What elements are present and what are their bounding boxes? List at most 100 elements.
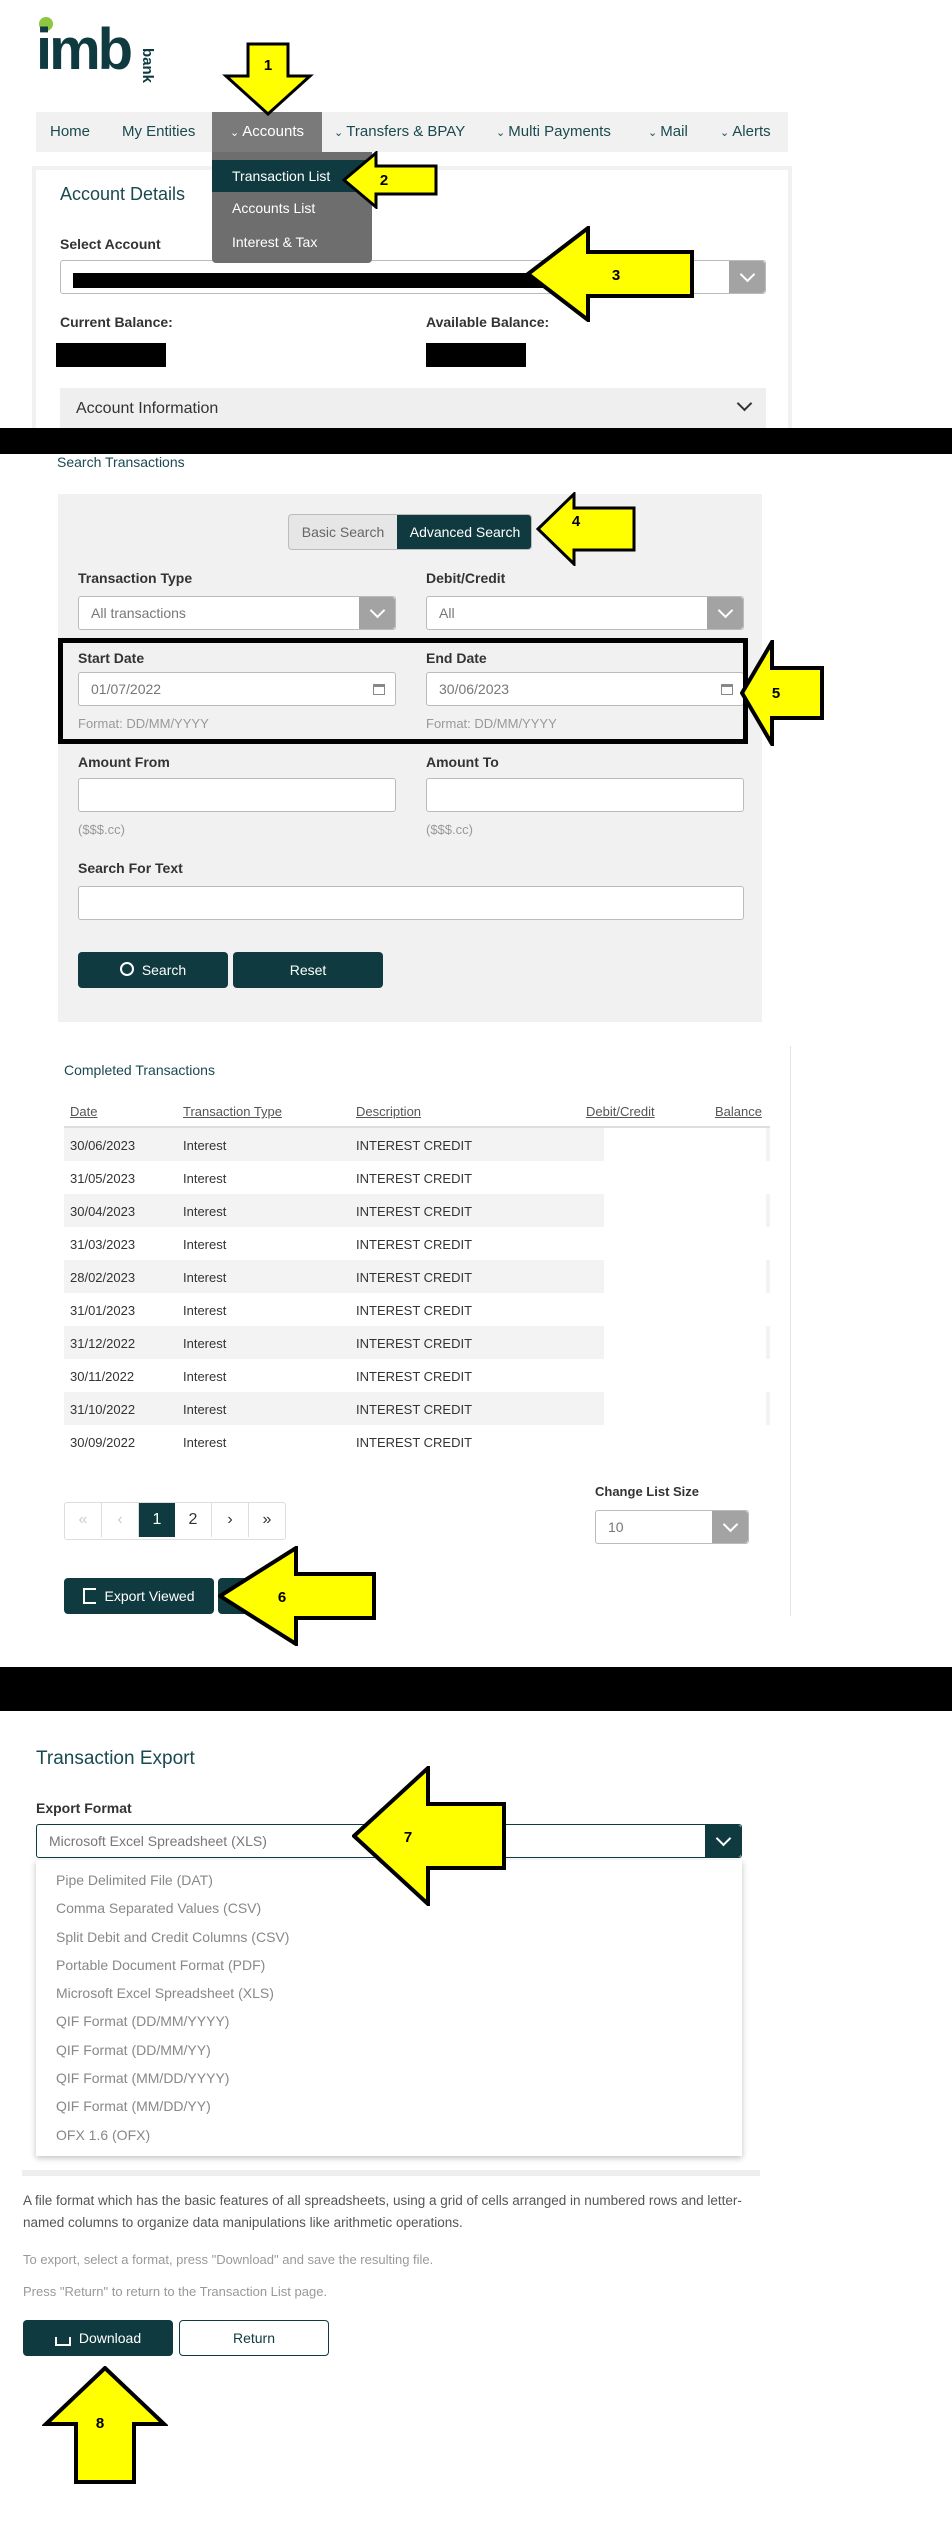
annotation-arrow-4: 4 xyxy=(536,492,636,566)
col-date[interactable]: Date xyxy=(70,1104,97,1119)
completed-transactions-title: Completed Transactions xyxy=(64,1062,215,1078)
divider xyxy=(0,428,952,454)
row-transaction-type: Interest xyxy=(183,1171,227,1186)
pagination-last[interactable]: » xyxy=(249,1503,285,1537)
pagination-page-1[interactable]: 1 xyxy=(139,1503,175,1537)
option-split-csv[interactable]: Split Debit and Credit Columns (CSV) xyxy=(36,1923,742,1951)
option-ofx[interactable]: OFX 1.6 (OFX) xyxy=(36,2121,742,2149)
transaction-type-chevron[interactable] xyxy=(359,597,395,629)
row-transaction-type: Interest xyxy=(183,1270,227,1285)
row-date: 28/02/2023 xyxy=(70,1270,136,1285)
nav-transfers[interactable]: ⌄ Transfers & BPAY xyxy=(334,112,465,152)
row-transaction-type: Interest xyxy=(183,1336,227,1351)
divider xyxy=(22,2170,760,2176)
nav-accounts[interactable]: ⌄ Accounts xyxy=(212,112,322,152)
col-balance[interactable]: Balance xyxy=(715,1104,762,1119)
redacted-current-balance xyxy=(56,343,166,367)
annotation-arrow-1: 1 xyxy=(222,42,314,116)
nav-alerts[interactable]: ⌄ Alerts xyxy=(720,112,771,152)
pagination-prev[interactable]: ‹ xyxy=(102,1503,139,1537)
search-icon xyxy=(119,962,134,976)
col-debit-credit[interactable]: Debit/Credit xyxy=(586,1104,655,1119)
account-details-title: Account Details xyxy=(60,184,186,204)
option-qif-mmddyyyy[interactable]: QIF Format (MM/DD/YYYY) xyxy=(36,2064,742,2092)
menu-item-accounts-list[interactable]: Accounts List xyxy=(232,200,315,216)
row-description: INTEREST CREDIT xyxy=(356,1237,473,1252)
redacted-account xyxy=(73,273,547,288)
list-size-chevron[interactable] xyxy=(712,1511,748,1543)
option-xls[interactable]: Microsoft Excel Spreadsheet (XLS) xyxy=(36,1979,742,2007)
export-format-value: Microsoft Excel Spreadsheet (XLS) xyxy=(49,1833,267,1849)
option-pdf[interactable]: Portable Document Format (PDF) xyxy=(36,1951,742,1979)
row-description: INTEREST CREDIT xyxy=(356,1369,473,1384)
row-transaction-type: Interest xyxy=(183,1303,227,1318)
annotation-number: 6 xyxy=(278,1589,286,1606)
row-transaction-type: Interest xyxy=(183,1204,227,1219)
row-description: INTEREST CREDIT xyxy=(356,1270,473,1285)
row-description: INTEREST CREDIT xyxy=(356,1303,473,1318)
list-size-value: 10 xyxy=(608,1519,624,1535)
logo[interactable]: imb bank xyxy=(36,14,186,83)
amount-from-input[interactable] xyxy=(78,778,396,812)
account-information-accordion[interactable]: Account Information xyxy=(60,388,766,428)
row-transaction-type: Interest xyxy=(183,1369,227,1384)
annotation-number: 3 xyxy=(612,267,620,284)
row-date: 30/06/2023 xyxy=(70,1138,136,1153)
search-text-input[interactable] xyxy=(78,886,744,920)
option-qif-ddmmyy[interactable]: QIF Format (DD/MM/YY) xyxy=(36,2036,742,2064)
nav-mail[interactable]: ⌄ Mail xyxy=(648,112,688,152)
amount-to-hint: ($$$.cc) xyxy=(426,822,473,837)
row-date: 31/05/2023 xyxy=(70,1171,136,1186)
amount-from-hint: ($$$.cc) xyxy=(78,822,125,837)
col-description[interactable]: Description xyxy=(356,1104,421,1119)
row-transaction-type: Interest xyxy=(183,1237,227,1252)
return-note: Press "Return" to return to the Transact… xyxy=(23,2284,328,2299)
select-account-chevron[interactable] xyxy=(729,261,765,293)
debit-credit-label: Debit/Credit xyxy=(426,570,506,586)
pagination: « ‹ 1 2 › » xyxy=(64,1502,286,1540)
amount-from-label: Amount From xyxy=(78,754,170,770)
download-button[interactable]: Download xyxy=(23,2320,173,2356)
annotation-number: 5 xyxy=(772,685,780,702)
transaction-type-label: Transaction Type xyxy=(78,570,193,586)
nav-my-entities[interactable]: My Entities xyxy=(122,112,195,152)
chevron-down-icon xyxy=(715,1830,731,1847)
chevron-down-icon xyxy=(722,1516,738,1533)
export-format-label: Export Format xyxy=(36,1800,132,1816)
pagination-next[interactable]: › xyxy=(212,1503,249,1537)
tab-basic-search[interactable]: Basic Search xyxy=(289,515,397,549)
pagination-page-2[interactable]: 2 xyxy=(175,1503,212,1537)
export-format-chevron[interactable] xyxy=(705,1825,741,1857)
option-qif-ddmmyyyy[interactable]: QIF Format (DD/MM/YYYY) xyxy=(36,2007,742,2035)
menu-item-interest-tax[interactable]: Interest & Tax xyxy=(232,234,317,250)
amount-to-input[interactable] xyxy=(426,778,744,812)
reset-button[interactable]: Reset xyxy=(233,952,383,988)
row-date: 30/11/2022 xyxy=(70,1369,135,1384)
download-button-label: Download xyxy=(78,2330,142,2346)
annotation-arrow-6: 6 xyxy=(218,1546,376,1646)
debit-credit-select[interactable]: All xyxy=(426,596,744,630)
col-transaction-type[interactable]: Transaction Type xyxy=(183,1104,282,1119)
nav-multi-payments[interactable]: ⌄ Multi Payments xyxy=(496,112,611,152)
debit-credit-chevron[interactable] xyxy=(707,597,743,629)
chevron-down-icon: ⌄ xyxy=(496,127,509,139)
debit-credit-value: All xyxy=(439,605,455,621)
row-transaction-type: Interest xyxy=(183,1138,227,1153)
list-size-select[interactable]: 10 xyxy=(595,1510,749,1544)
table-blank-column xyxy=(604,1128,766,1456)
transaction-type-select[interactable]: All transactions xyxy=(78,596,396,630)
search-panel: Basic Search Advanced Search Transaction… xyxy=(58,494,762,1022)
tab-advanced-search[interactable]: Advanced Search xyxy=(397,515,531,549)
annotation-arrow-3: 3 xyxy=(526,226,694,322)
current-balance-label: Current Balance: xyxy=(60,314,173,330)
option-qif-mmddyy[interactable]: QIF Format (MM/DD/YY) xyxy=(36,2092,742,2120)
export-viewed-button[interactable]: Export Viewed xyxy=(64,1578,214,1614)
download-icon xyxy=(54,2336,71,2346)
chevron-down-icon xyxy=(717,602,733,619)
nav-home[interactable]: Home xyxy=(50,112,90,152)
search-button[interactable]: Search xyxy=(78,952,228,988)
row-date: 31/01/2023 xyxy=(70,1303,136,1318)
return-button[interactable]: Return xyxy=(179,2320,329,2356)
pagination-first[interactable]: « xyxy=(65,1503,102,1537)
row-description: INTEREST CREDIT xyxy=(356,1204,473,1219)
